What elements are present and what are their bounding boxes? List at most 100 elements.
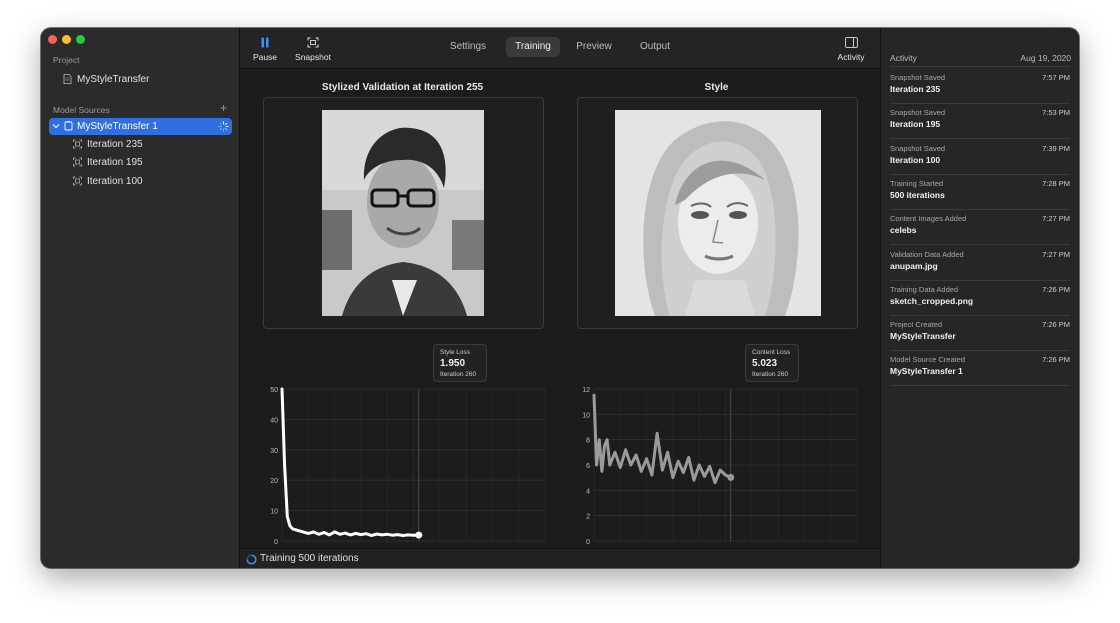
activity-item-title: Model Source Created: [890, 355, 966, 365]
activity-item-detail: MyStyleTransfer 1: [890, 366, 963, 377]
tab-preview[interactable]: Preview: [568, 37, 620, 57]
activity-date: Aug 19, 2020: [1020, 53, 1071, 63]
project-name: MyStyleTransfer: [77, 74, 150, 85]
model-sources-title: Model Sources: [53, 105, 110, 115]
y-tick-label: 50: [270, 387, 278, 394]
y-tick-label: 4: [586, 488, 590, 495]
chevron-down-icon[interactable]: [52, 122, 60, 130]
y-tick-label: 8: [586, 438, 590, 445]
model-icon: [64, 121, 73, 131]
y-tick-label: 30: [270, 448, 278, 455]
camera-frame-icon: [307, 37, 319, 48]
iteration-label: Iteration 100: [87, 176, 143, 187]
iteration-label: Iteration 195: [87, 157, 143, 168]
activity-item-time: 7:57 PM: [1042, 73, 1070, 82]
validation-image-frame: [263, 97, 544, 329]
model-source-label: MyStyleTransfer 1: [77, 121, 158, 132]
activity-item-title: Validation Data Added: [890, 249, 964, 259]
y-tick-label: 10: [270, 509, 278, 516]
add-model-source-button[interactable]: +: [220, 101, 227, 115]
activity-item[interactable]: Content Images Added 7:27 PM celebs: [890, 209, 1070, 246]
activity-item[interactable]: Snapshot Saved 7:53 PM Iteration 195: [890, 103, 1070, 140]
status-text: Training 500 iterations: [260, 553, 359, 564]
style-image-frame: [577, 97, 858, 329]
y-tick-label: 20: [270, 478, 278, 485]
pause-label: Pause: [252, 52, 278, 62]
activity-item[interactable]: Project Created 7:26 PM MyStyleTransfer: [890, 315, 1070, 352]
snapshot-icon: [73, 176, 82, 186]
y-tick-label: 12: [582, 387, 590, 394]
activity-item-detail: sketch_cropped.png: [890, 295, 974, 306]
tab-output[interactable]: Output: [630, 37, 680, 57]
style-loss-chart: 0 10 20 30 40 50: [270, 387, 546, 546]
content-loss-tooltip: Content Loss 5.023 Iteration 260: [745, 344, 799, 382]
tab-settings[interactable]: Settings: [442, 37, 494, 57]
tab-training[interactable]: Training: [506, 37, 560, 57]
sidebar-item-iteration-100[interactable]: Iteration 100: [49, 173, 232, 190]
y-tick-label: 2: [586, 514, 590, 521]
y-tick-label: 0: [586, 539, 590, 546]
activity-item[interactable]: Snapshot Saved 7:39 PM Iteration 100: [890, 139, 1070, 175]
series-line: [592, 393, 733, 485]
activity-item-title: Snapshot Saved: [890, 143, 946, 153]
iteration-label: Iteration 235: [87, 139, 143, 150]
activity-item-time: 7:26 PM: [1042, 355, 1070, 365]
activity-item[interactable]: Validation Data Added 7:27 PM anupam.jpg: [890, 245, 1070, 281]
activity-item-detail: 500 iterations: [890, 189, 945, 200]
activity-item-detail: MyStyleTransfer: [890, 331, 956, 342]
document-icon: [63, 74, 72, 84]
pause-button[interactable]: Pause: [252, 37, 278, 62]
activity-item-title: Snapshot Saved: [890, 108, 946, 118]
status-bar: Training 500 iterations: [240, 548, 880, 568]
minimize-window-button[interactable]: [62, 35, 71, 44]
activity-title: Activity: [890, 53, 917, 63]
main-content: Pause Snapshot Settings Training Preview…: [240, 28, 880, 568]
activity-label: Activity: [837, 52, 865, 62]
activity-item-time: 7:26 PM: [1042, 284, 1070, 294]
app-window: Project MyStyleTransfer Model Sources + …: [41, 28, 1079, 568]
activity-item-detail: anupam.jpg: [890, 260, 938, 271]
activity-item-time: 7:27 PM: [1042, 249, 1070, 259]
toolbar: Pause Snapshot Settings Training Preview…: [240, 28, 880, 69]
activity-item-detail: celebs: [890, 225, 917, 236]
activity-item-detail: Iteration 100: [890, 154, 941, 165]
activity-item-time: 7:27 PM: [1042, 214, 1070, 224]
current-point: [415, 531, 423, 539]
progress-spinner-icon: [246, 554, 257, 565]
zoom-window-button[interactable]: [76, 35, 85, 44]
activity-item[interactable]: Training Data Added 7:26 PM sketch_cropped…: [890, 280, 1070, 316]
series-line: [280, 387, 421, 537]
tooltip-iteration: Iteration 260: [440, 371, 477, 378]
snapshot-label: Snapshot: [295, 52, 331, 62]
stylized-validation-image: [322, 110, 484, 316]
sidebar-item-project[interactable]: MyStyleTransfer: [49, 71, 232, 88]
activity-item-title: Project Created: [890, 320, 943, 330]
activity-item[interactable]: Training Started 7:28 PM 500 iterations: [890, 174, 1070, 210]
content-loss-chart: 0 2 4 6 8 10 12: [582, 387, 858, 546]
activity-item-detail: Iteration 195: [890, 119, 941, 130]
tooltip-value: 5.023: [752, 358, 778, 369]
close-window-button[interactable]: [48, 35, 57, 44]
sidebar-right-icon: [844, 37, 858, 48]
y-tick-label: 0: [274, 539, 278, 546]
activity-item[interactable]: Snapshot Saved 7:57 PM Iteration 235: [890, 68, 1070, 104]
activity-item-detail: Iteration 235: [890, 84, 941, 94]
tooltip-value: 1.950: [440, 358, 466, 369]
activity-item[interactable]: Model Source Created 7:26 PM MyStyleTransf…: [890, 350, 1070, 387]
snapshot-button[interactable]: Snapshot: [292, 37, 334, 62]
activity-item-time: 7:26 PM: [1042, 320, 1070, 330]
project-section-title: Project: [53, 55, 80, 65]
snapshot-icon: [73, 157, 82, 167]
activity-item-title: Content Images Added: [890, 214, 967, 224]
validation-panel-title: Stylized Validation at Iteration 255: [321, 82, 484, 93]
sidebar-item-model-source[interactable]: MyStyleTransfer 1: [49, 118, 232, 135]
tooltip-iteration: Iteration 260: [752, 371, 789, 378]
tooltip-label: Content Loss: [752, 349, 791, 356]
snapshot-icon: [73, 139, 82, 149]
sidebar-item-iteration-235[interactable]: Iteration 235: [49, 136, 232, 153]
sidebar-item-iteration-195[interactable]: Iteration 195: [49, 154, 232, 171]
style-loss-tooltip: Style Loss 1.950 Iteration 260: [433, 344, 487, 382]
y-tick-label: 10: [582, 412, 590, 419]
activity-item-title: Snapshot Saved: [890, 73, 946, 82]
activity-button[interactable]: Activity: [830, 37, 872, 62]
